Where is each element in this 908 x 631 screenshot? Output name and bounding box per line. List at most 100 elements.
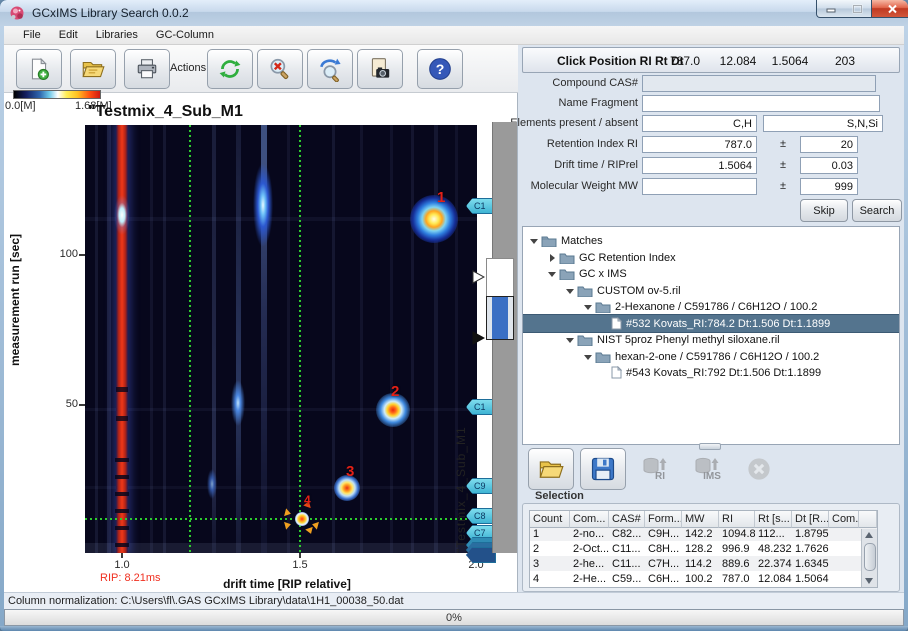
peak-spot-4[interactable] <box>295 512 309 526</box>
rip-gap <box>116 416 128 421</box>
folder-icon <box>541 235 557 247</box>
table-row[interactable]: 3 2-he... C11... C7H... 114.2 889.6 22.3… <box>530 556 877 571</box>
peak-spot-1[interactable] <box>410 195 458 243</box>
name-fragment-field[interactable] <box>642 95 880 112</box>
table-row[interactable]: 4 2-He... C59... C6H... 100.2 787.0 12.0… <box>530 571 877 586</box>
snapshot-button[interactable] <box>357 49 403 89</box>
save-library-button[interactable] <box>580 448 626 490</box>
col-formula[interactable]: Form... <box>645 510 682 528</box>
col-dt[interactable]: Dt [R... <box>792 510 829 528</box>
menu-edit[interactable]: Edit <box>50 27 87 43</box>
collapse-arrow-icon[interactable] <box>547 269 557 279</box>
range-slider-upper[interactable] <box>486 258 514 298</box>
load-library-button[interactable] <box>528 448 574 490</box>
tree-item-543-kovats[interactable]: #543 Kovats_RI:792 Dt:1.506 Dt:1.1899 <box>523 364 899 381</box>
upload-ri-button[interactable]: RI <box>632 448 678 490</box>
drift-time-field[interactable] <box>642 157 757 174</box>
table-row[interactable]: 2 2-Oct... C11... C8H... 128.2 996.9 48.… <box>530 541 877 556</box>
menu-libraries[interactable]: Libraries <box>87 27 147 43</box>
tree-item-nist-5proz[interactable]: NIST 5proz Phenyl methyl siloxane.ril <box>523 331 899 348</box>
status-bar: Column normalization: C:\Users\fl\.GAS G… <box>4 592 904 609</box>
upload-ims-button[interactable]: IMS <box>684 448 730 490</box>
compound-cas-field[interactable] <box>642 75 876 92</box>
col-count[interactable]: Count <box>530 510 570 528</box>
menu-bar: File Edit Libraries GC-Column <box>4 26 904 45</box>
open-button[interactable] <box>70 49 116 89</box>
help-button[interactable]: ? <box>417 49 463 89</box>
elements-absent-field[interactable] <box>763 115 883 132</box>
slider-marker-lower-icon[interactable] <box>472 331 485 345</box>
slider-marker-upper-icon[interactable] <box>472 270 485 284</box>
delete-button[interactable] <box>736 448 782 490</box>
elements-present-field[interactable] <box>642 115 757 132</box>
app-window: GCxIMS Library Search 0.0.2 File Edit Li… <box>0 0 908 631</box>
skip-button[interactable]: Skip <box>800 199 848 222</box>
rip-gap <box>116 387 128 392</box>
heatmap-band <box>85 408 477 411</box>
drift-time-tolerance-field[interactable] <box>800 157 858 174</box>
delete-x-icon <box>746 456 772 482</box>
selection-table-panel: Count Com... CAS# Form... MW RI Rt [s...… <box>522 503 900 592</box>
heatmap-blob <box>231 380 245 426</box>
molecular-weight-tolerance-field[interactable] <box>800 178 858 195</box>
scroll-up-icon[interactable] <box>865 532 873 538</box>
expand-arrow-icon[interactable] <box>547 253 557 263</box>
rip-bead-pattern <box>115 445 129 553</box>
print-icon <box>135 57 159 81</box>
close-button[interactable] <box>871 0 908 18</box>
name-fragment-label: Name Fragment <box>512 97 638 109</box>
tree-item-matches[interactable]: Matches <box>523 232 899 249</box>
scroll-down-icon[interactable] <box>865 578 873 584</box>
tree-item-2-hexanone[interactable]: 2-Hexanone / C591786 / C6H12O / 100.2 <box>523 298 899 315</box>
click-position-intensity: 203 <box>826 54 864 68</box>
menu-gc-column[interactable]: GC-Column <box>147 27 223 43</box>
col-ri[interactable]: RI <box>719 510 755 528</box>
heatmap-blob <box>253 163 273 247</box>
molecular-weight-field[interactable] <box>642 178 757 195</box>
collapse-arrow-icon[interactable] <box>529 236 539 246</box>
collapse-arrow-icon[interactable] <box>565 335 575 345</box>
folder-icon <box>577 285 593 297</box>
col-rt[interactable]: Rt [s... <box>755 510 792 528</box>
colorbar-min-label: 0.0[M] <box>5 100 36 112</box>
click-position-rt: 12.084 <box>715 54 761 68</box>
refresh-button[interactable] <box>207 49 253 89</box>
zoom-reset-button[interactable] <box>307 49 353 89</box>
minimize-button[interactable] <box>816 0 846 18</box>
retention-index-tolerance-field[interactable] <box>800 136 858 153</box>
mw-plusminus: ± <box>780 180 786 192</box>
tree-item-hexan-2-one[interactable]: hexan-2-one / C591786 / C6H12O / 100.2 <box>523 348 899 365</box>
collapse-arrow-icon[interactable] <box>583 352 593 362</box>
col-comment[interactable]: Com... <box>829 510 859 528</box>
tree-item-532-kovats[interactable]: #532 Kovats_RI:784.2 Dt:1.506 Dt:1.1899 <box>523 315 899 332</box>
heatmap-plot[interactable]: 1 2 3 4 <box>85 125 477 553</box>
maximize-button[interactable] <box>844 0 871 18</box>
col-compound[interactable]: Com... <box>570 510 609 528</box>
col-cas[interactable]: CAS# <box>609 510 645 528</box>
scrollbar-thumb[interactable] <box>864 543 876 571</box>
click-position-dt: 1.5064 <box>767 54 813 68</box>
table-scrollbar[interactable] <box>861 529 877 587</box>
toolbar: Actions <box>4 45 518 93</box>
collapse-arrow-icon[interactable] <box>583 302 593 312</box>
table-row[interactable]: 1 2-no... C82... C9H... 142.2 1094.8 112… <box>530 526 877 541</box>
close-icon <box>887 4 898 14</box>
click-position-ri: 787.0 <box>663 54 707 68</box>
intensity-colorbar <box>13 90 101 99</box>
tree-item-gc-retention-index[interactable]: GC Retention Index <box>523 249 899 266</box>
new-button[interactable] <box>16 49 62 89</box>
menu-file[interactable]: File <box>14 27 50 43</box>
selection-label: Selection <box>535 490 584 502</box>
col-mw[interactable]: MW <box>682 510 719 528</box>
tree-item-custom-ov5[interactable]: CUSTOM ov-5.ril <box>523 282 899 299</box>
y-axis-label: measurement run [sec] <box>8 225 24 375</box>
tree-item-gc-x-ims[interactable]: GC x IMS <box>523 265 899 282</box>
retention-index-field[interactable] <box>642 136 757 153</box>
search-button[interactable]: Search <box>852 199 902 222</box>
collapse-arrow-icon[interactable] <box>565 286 575 296</box>
zoom-delete-button[interactable] <box>257 49 303 89</box>
range-slider-lower[interactable] <box>486 296 514 340</box>
window-border-right <box>904 26 908 626</box>
guide-line-vertical <box>299 125 301 553</box>
print-button[interactable] <box>124 49 170 89</box>
